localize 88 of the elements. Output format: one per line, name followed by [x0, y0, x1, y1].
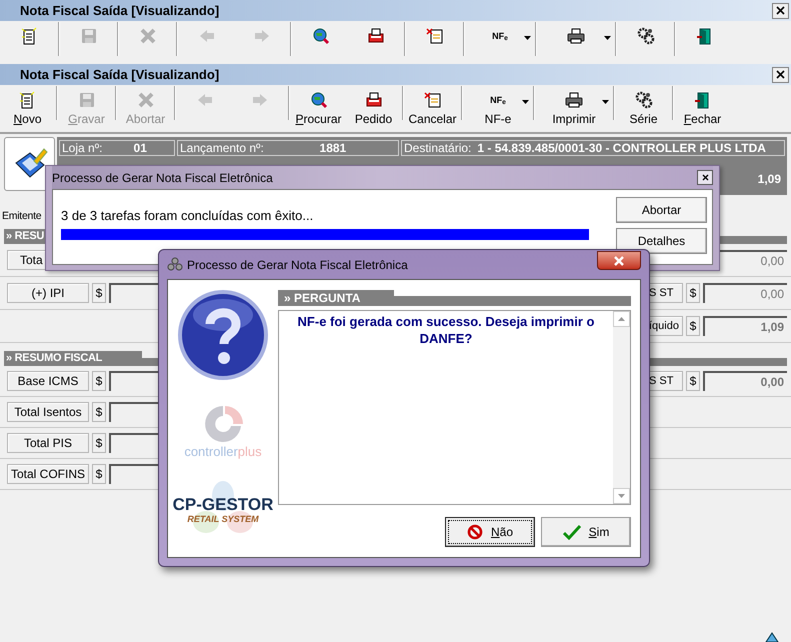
- close-button[interactable]: [697, 170, 713, 185]
- window-title: Nota Fiscal Saída [Visualizando]: [20, 66, 220, 84]
- x-icon: [136, 91, 154, 109]
- currency-label: $: [686, 283, 700, 303]
- field-label-button[interactable]: S ST: [647, 283, 683, 303]
- field-label-button[interactable]: íquido: [647, 316, 683, 336]
- check-icon: [562, 524, 581, 540]
- scroll-down-icon: [618, 494, 625, 498]
- gears-icon: [636, 27, 654, 45]
- close-icon: [613, 256, 625, 266]
- toolbar-button[interactable]: Série: [616, 86, 671, 130]
- brand-name: CP-GESTOR: [172, 496, 274, 514]
- caret-icon: [522, 100, 529, 104]
- emitente-label: Emitente: [2, 210, 42, 222]
- globe-magnifier-icon: [310, 91, 328, 109]
- currency-label: $: [686, 316, 700, 336]
- dialog-button[interactable]: Não: [445, 517, 535, 547]
- new-document-icon: [20, 27, 38, 45]
- toolbar-button[interactable]: Pedido: [346, 86, 401, 130]
- left-arrow-icon: [196, 91, 214, 109]
- currency-label: $: [686, 371, 700, 391]
- currency-label: $: [92, 371, 106, 391]
- currency-label: $: [92, 283, 106, 303]
- right-arrow-icon: [252, 27, 270, 45]
- document-x-icon: [424, 91, 442, 109]
- currency-label: $: [92, 402, 106, 422]
- dialog-title: Processo de Gerar Nota Fiscal Eletrônica: [52, 170, 273, 186]
- dialog-button[interactable]: Abortar: [616, 197, 707, 223]
- window-title: Nota Fiscal Saída [Visualizando]: [20, 2, 220, 20]
- field-label-button[interactable]: Base ICMS: [7, 371, 89, 391]
- close-icon: [776, 70, 785, 79]
- document-x-icon: [426, 27, 444, 45]
- field-label-button[interactable]: (+) IPI: [7, 283, 89, 303]
- toolbar-button[interactable]: Fechar: [675, 86, 730, 130]
- toolbar-button[interactable]: Novo: [0, 86, 55, 130]
- toolbar-button[interactable]: NF$_{e}$ NF-e: [464, 86, 532, 130]
- info-cell: Lançamento nº: 1881: [177, 140, 399, 156]
- close-button[interactable]: [772, 2, 789, 18]
- nfe-icon: NF$_{e}$: [492, 32, 508, 40]
- caret-icon: [604, 36, 611, 40]
- logo-text: controllerplus: [184, 443, 262, 461]
- prohibited-icon: [466, 524, 483, 540]
- caret-icon: [602, 100, 609, 104]
- info-cell: Loja nº: 01: [59, 140, 175, 156]
- field-label-button[interactable]: Total COFINS: [7, 464, 89, 484]
- flower-icon: [167, 256, 183, 272]
- register-icon: [366, 27, 384, 45]
- amount-field: 0,00: [703, 283, 787, 303]
- printer-icon: [565, 91, 583, 109]
- scroll-up-icon: [618, 317, 625, 321]
- toolbar-button[interactable]: Cancelar: [405, 86, 460, 130]
- total-value: 1,09: [758, 171, 781, 186]
- question-icon: [178, 290, 268, 380]
- amount-field: 1,09: [703, 316, 787, 336]
- caret-icon: [524, 36, 531, 40]
- register-icon: [364, 91, 382, 109]
- printer-icon: [567, 27, 585, 45]
- new-document-icon: [18, 91, 36, 109]
- door-icon: [696, 27, 714, 45]
- close-button[interactable]: [597, 251, 641, 270]
- currency-label: $: [92, 464, 106, 484]
- door-icon: [694, 91, 712, 109]
- dialog-title: Processo de Gerar Nota Fiscal Eletrônica: [187, 256, 408, 274]
- brand-tagline: RETAIL SYSTEM: [187, 514, 259, 524]
- globe-magnifier-icon: [312, 27, 330, 45]
- scrollbar[interactable]: [613, 311, 630, 504]
- currency-label: $: [92, 433, 106, 453]
- toolbar-button[interactable]: NF$_{e}$: [466, 22, 534, 62]
- close-icon: [776, 6, 785, 15]
- amount-field: 0,00: [703, 371, 787, 391]
- close-icon: [702, 174, 708, 181]
- dialog-button[interactable]: Sim: [541, 517, 631, 547]
- toolbar-button[interactable]: Procurar: [291, 86, 346, 130]
- dialog-button[interactable]: Detalhes: [616, 228, 707, 254]
- close-button[interactable]: [772, 66, 789, 82]
- toolbar-button[interactable]: Imprimir: [536, 86, 612, 130]
- question-message: NF-e foi gerada com sucesso. Deseja imprimir o DANFE?: [296, 313, 596, 348]
- x-icon: [138, 27, 156, 45]
- left-arrow-icon: [198, 27, 216, 45]
- gears-icon: [634, 91, 652, 109]
- field-label-button[interactable]: Total Isentos: [7, 402, 89, 422]
- field-label-button[interactable]: Total PIS: [7, 433, 89, 453]
- right-arrow-icon: [250, 91, 268, 109]
- arrow-icon: [765, 632, 779, 642]
- status-message: 3 de 3 tarefas foram concluídas com êxito...: [61, 207, 314, 225]
- field-label-button[interactable]: S ST: [647, 371, 683, 391]
- info-cell: Destinatário: 1 - 54.839.485/0001-30 - CONTROLLER PLUS LTDA: [401, 140, 785, 156]
- nfe-icon: NF$_{e}$: [490, 96, 506, 104]
